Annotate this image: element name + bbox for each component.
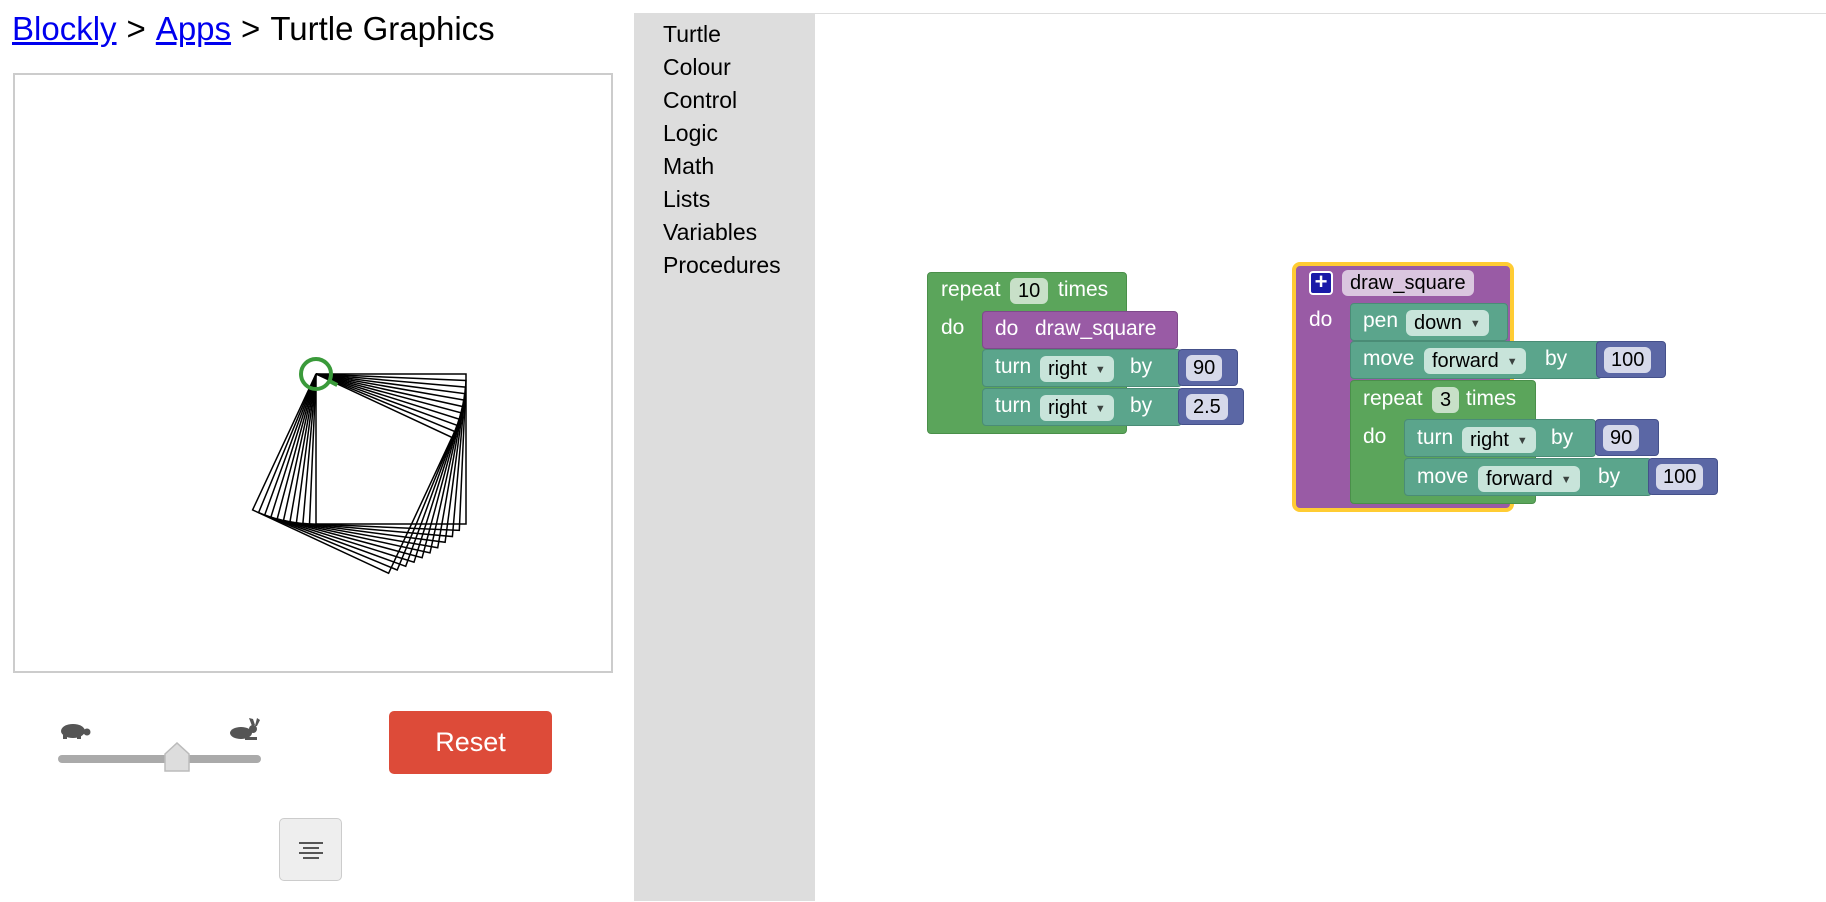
toolbox-category-lists[interactable]: Lists xyxy=(663,186,710,213)
breadcrumb-separator: > xyxy=(241,10,261,47)
number-block[interactable]: 90 xyxy=(1178,349,1238,386)
move-label: move xyxy=(1363,347,1415,370)
by-label: by xyxy=(1551,426,1574,449)
move-direction-value: forward xyxy=(1486,468,1553,490)
move-label: move xyxy=(1417,465,1469,488)
number-block[interactable]: 90 xyxy=(1595,419,1659,456)
number-block[interactable]: 100 xyxy=(1596,341,1666,378)
show-code-button[interactable] xyxy=(279,818,342,881)
drawn-square xyxy=(295,373,466,544)
turn-direction-dropdown[interactable]: right ▼ xyxy=(1462,427,1536,453)
move-direction-value: forward xyxy=(1432,350,1499,372)
dropdown-arrow-icon: ▼ xyxy=(1516,435,1528,447)
breadcrumb-apps-link[interactable]: Apps xyxy=(156,10,231,47)
turtle-canvas xyxy=(13,73,613,673)
mutator-plus-icon[interactable]: + xyxy=(1309,271,1333,295)
number-field[interactable]: 90 xyxy=(1603,425,1640,451)
pen-label: pen xyxy=(1363,309,1399,332)
turn-direction-value: right xyxy=(1470,429,1509,451)
toolbox: Turtle Colour Control Logic Math Lists V… xyxy=(634,13,815,901)
dropdown-arrow-icon: ▼ xyxy=(1506,356,1518,368)
drawn-square xyxy=(308,373,467,532)
toolbox-category-procedures[interactable]: Procedures xyxy=(663,252,781,279)
number-field[interactable]: 90 xyxy=(1186,355,1223,381)
toolbox-category-math[interactable]: Math xyxy=(663,153,714,180)
turn-label: turn xyxy=(995,355,1032,378)
move-direction-dropdown[interactable]: forward ▼ xyxy=(1424,348,1526,374)
times-label: times xyxy=(1058,278,1109,301)
pen-state-dropdown[interactable]: down ▼ xyxy=(1406,310,1489,336)
call-procedure-name: draw_square xyxy=(1035,317,1157,340)
speed-slider-track[interactable] xyxy=(58,755,261,763)
turn-direction-value: right xyxy=(1048,358,1087,380)
turtle-drawing xyxy=(251,357,467,575)
do-label: do xyxy=(1363,425,1387,448)
turn-direction-dropdown[interactable]: right ▼ xyxy=(1040,395,1114,421)
call-do-label: do xyxy=(995,317,1019,340)
rabbit-icon xyxy=(230,718,260,740)
speed-slider-thumb[interactable] xyxy=(163,742,191,772)
do-label: do xyxy=(941,316,965,339)
dropdown-arrow-icon: ▼ xyxy=(1094,403,1106,415)
page-title: Turtle Graphics xyxy=(270,10,495,47)
number-block[interactable]: 100 xyxy=(1648,458,1718,495)
reset-button[interactable]: Reset xyxy=(389,711,552,774)
code-lines-icon xyxy=(299,842,323,859)
number-block[interactable]: 2.5 xyxy=(1178,388,1244,425)
repeat-count-field[interactable]: 3 xyxy=(1432,387,1460,413)
turn-label: turn xyxy=(995,394,1032,417)
toolbox-category-control[interactable]: Control xyxy=(663,87,737,114)
repeat-label: repeat xyxy=(1363,387,1423,410)
repeat-label: repeat xyxy=(941,278,1001,301)
definition-do-label: do xyxy=(1309,308,1333,331)
number-field[interactable]: 100 xyxy=(1604,347,1652,373)
toolbox-category-colour[interactable]: Colour xyxy=(663,54,731,81)
procedure-name-field[interactable]: draw_square xyxy=(1342,270,1474,296)
turn-label: turn xyxy=(1417,426,1454,449)
move-direction-dropdown[interactable]: forward ▼ xyxy=(1478,466,1580,492)
dropdown-arrow-icon: ▼ xyxy=(1560,474,1572,486)
repeat-count-field[interactable]: 10 xyxy=(1010,278,1049,304)
by-label: by xyxy=(1130,355,1153,378)
breadcrumb-blockly-link[interactable]: Blockly xyxy=(12,10,117,47)
by-label: by xyxy=(1130,394,1153,417)
by-label: by xyxy=(1545,347,1568,370)
toolbox-category-variables[interactable]: Variables xyxy=(663,219,757,246)
number-field[interactable]: 2.5 xyxy=(1186,394,1228,420)
turtle-icon xyxy=(61,724,91,739)
times-label: times xyxy=(1466,387,1517,410)
dropdown-arrow-icon: ▼ xyxy=(1469,318,1481,330)
breadcrumb: Blockly > Apps > Turtle Graphics xyxy=(12,10,495,48)
toolbox-category-logic[interactable]: Logic xyxy=(663,120,718,147)
pen-state-value: down xyxy=(1414,312,1462,334)
number-field[interactable]: 100 xyxy=(1656,464,1704,490)
breadcrumb-separator: > xyxy=(126,10,146,47)
speed-slider[interactable] xyxy=(55,718,265,772)
by-label: by xyxy=(1598,465,1621,488)
turn-direction-value: right xyxy=(1048,397,1087,419)
dropdown-arrow-icon: ▼ xyxy=(1094,364,1106,376)
toolbox-category-turtle[interactable]: Turtle xyxy=(663,21,721,48)
turn-direction-dropdown[interactable]: right ▼ xyxy=(1040,356,1114,382)
